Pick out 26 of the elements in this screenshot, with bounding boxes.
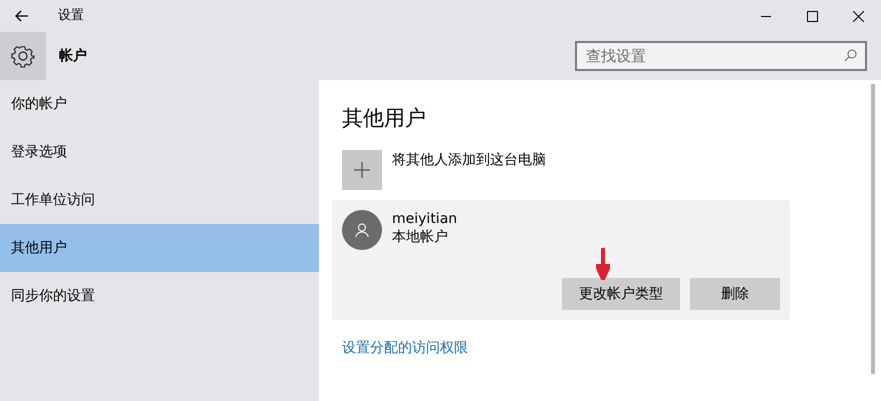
close-icon	[852, 10, 864, 22]
back-arrow-icon	[15, 10, 29, 22]
person-icon	[355, 223, 369, 237]
sidebar-item[interactable]: 你的帐户	[0, 80, 319, 128]
search-icon	[844, 49, 857, 62]
user-name: meiyitian	[392, 210, 458, 228]
page-title: 帐户	[59, 46, 87, 66]
sidebar-item[interactable]: 登录选项	[0, 128, 319, 176]
assigned-access-link[interactable]: 设置分配的访问权限	[342, 338, 871, 359]
scrollbar[interactable]	[871, 84, 875, 374]
window-title: 设置	[58, 7, 84, 26]
maximize-icon	[806, 10, 818, 22]
sidebar-item[interactable]: 同步你的设置	[0, 272, 319, 320]
account-type: 本地帐户	[392, 228, 449, 246]
add-user-label[interactable]: 将其他人添加到这台电脑	[392, 150, 546, 190]
add-user-button[interactable]	[342, 150, 382, 190]
settings-icon	[11, 44, 35, 68]
user-card[interactable]: meiyitian 本地帐户 更改帐户类型 删除	[332, 200, 790, 320]
section-heading: 其他用户	[342, 105, 427, 132]
down-arrow-icon	[596, 248, 610, 280]
sidebar-item[interactable]: 其他用户	[0, 224, 319, 272]
plus-icon	[354, 162, 370, 178]
search-field[interactable]: 查找设置	[575, 41, 867, 71]
delete-button[interactable]: 删除	[690, 278, 780, 310]
sidebar-item[interactable]: 工作单位访问	[0, 176, 319, 224]
change-account-type-button[interactable]: 更改帐户类型	[562, 278, 680, 310]
